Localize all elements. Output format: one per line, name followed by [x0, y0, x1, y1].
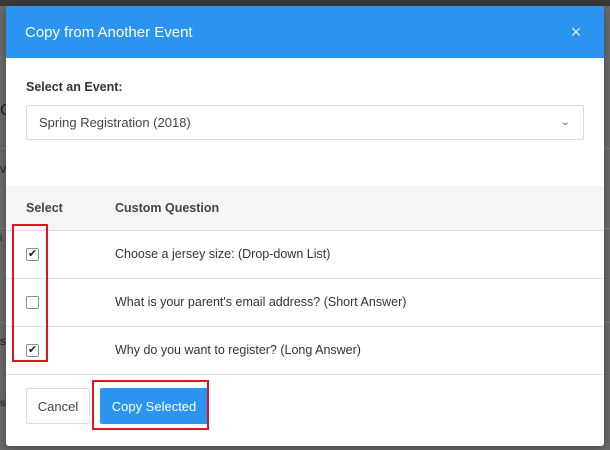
- dialog-title: Copy from Another Event: [25, 23, 193, 41]
- chevron-down-icon: ⌄: [559, 117, 571, 128]
- question-text: Choose a jersey size: (Drop-down List): [115, 247, 331, 261]
- event-select[interactable]: Spring Registration (2018) ⌄: [26, 105, 584, 140]
- background-fragment: i: [0, 233, 3, 244]
- dialog-header: Copy from Another Event ×: [6, 6, 604, 58]
- questions-table: Select Custom Question ✔ Choose a jersey…: [6, 186, 604, 375]
- cancel-button[interactable]: Cancel: [26, 388, 90, 424]
- event-select-label: Select an Event:: [26, 80, 123, 94]
- event-picker-section: Select an Event: Spring Registration (20…: [6, 58, 604, 186]
- copy-event-dialog: Copy from Another Event × Select an Even…: [6, 6, 604, 446]
- copy-selected-button[interactable]: Copy Selected: [100, 388, 208, 424]
- table-row: ✔ Why do you want to register? (Long Ans…: [6, 326, 604, 374]
- event-select-value: Spring Registration (2018): [39, 115, 191, 130]
- question-text: Why do you want to register? (Long Answe…: [115, 343, 361, 357]
- row-checkbox[interactable]: ✔: [26, 344, 39, 358]
- question-text: What is your parent's email address? (Sh…: [115, 295, 407, 309]
- close-icon[interactable]: ×: [566, 23, 586, 41]
- row-checkbox[interactable]: [26, 296, 39, 310]
- table-row: ✔ Choose a jersey size: (Drop-down List): [6, 230, 604, 278]
- row-checkbox[interactable]: ✔: [26, 248, 39, 262]
- table-header-row: Select Custom Question: [6, 186, 604, 230]
- table-row: What is your parent's email address? (Sh…: [6, 278, 604, 326]
- dialog-footer: Cancel Copy Selected: [26, 388, 208, 424]
- column-header-select: Select: [26, 200, 63, 215]
- column-header-question: Custom Question: [115, 200, 220, 215]
